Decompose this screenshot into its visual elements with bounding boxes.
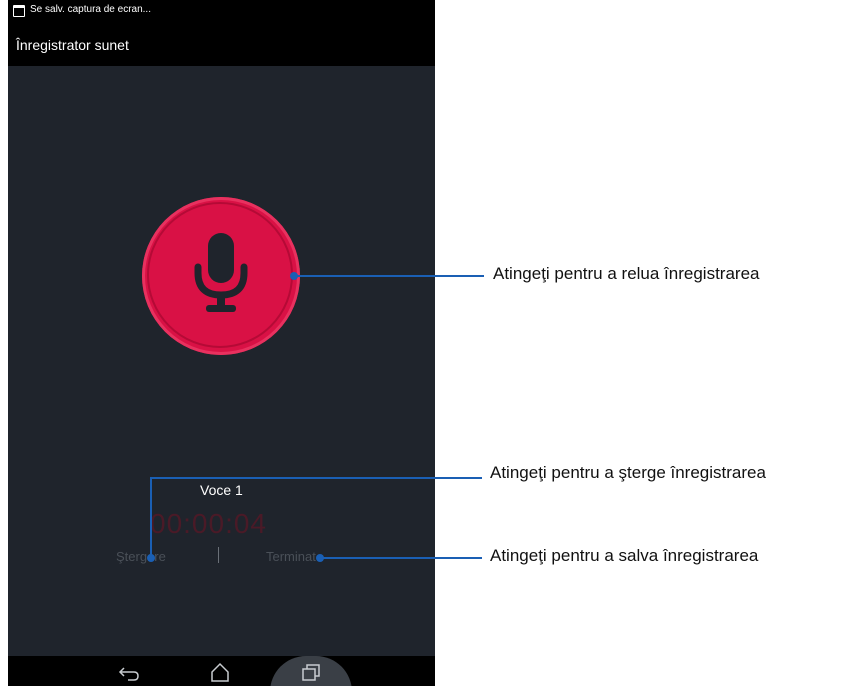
recording-timer: 00:00:04	[150, 508, 267, 539]
rerecord-callout-line	[294, 275, 484, 277]
home-icon	[211, 662, 229, 682]
home-button[interactable]	[200, 656, 240, 686]
delete-button[interactable]: Ştergere	[116, 549, 166, 564]
page: Se salv. captura de ecran... Înregistrat…	[0, 0, 861, 686]
phone-screen: Se salv. captura de ecran... Înregistrat…	[8, 0, 435, 686]
navigation-bar	[8, 656, 435, 686]
delete-callout-text: Atingeţi pentru a şterge înregistrarea	[490, 463, 766, 482]
app-bar: Înregistrator sunet	[8, 24, 435, 66]
app-title: Înregistrator sunet	[16, 37, 129, 53]
recent-apps-icon	[302, 664, 320, 681]
status-bar: Se salv. captura de ecran...	[8, 0, 435, 24]
screenshot-icon	[13, 5, 25, 17]
back-button[interactable]	[110, 656, 150, 686]
delete-callout-vertical-line	[150, 478, 152, 558]
rerecord-callout-text: Atingeţi pentru a relua înregistrarea	[493, 264, 760, 283]
recording-name: Voce 1	[200, 482, 243, 498]
record-button[interactable]	[142, 197, 300, 355]
button-divider	[218, 547, 219, 563]
save-callout-line	[320, 557, 482, 559]
finish-button[interactable]: Terminat	[266, 549, 316, 564]
status-notification-text: Se salv. captura de ecran...	[30, 4, 151, 15]
microphone-icon	[194, 233, 248, 312]
delete-callout-dot	[147, 554, 155, 562]
back-icon	[118, 667, 139, 681]
save-callout-text: Atingeţi pentru a salva înregistrarea	[490, 546, 759, 565]
recent-apps-button[interactable]	[291, 656, 331, 686]
delete-callout-line	[150, 477, 482, 479]
